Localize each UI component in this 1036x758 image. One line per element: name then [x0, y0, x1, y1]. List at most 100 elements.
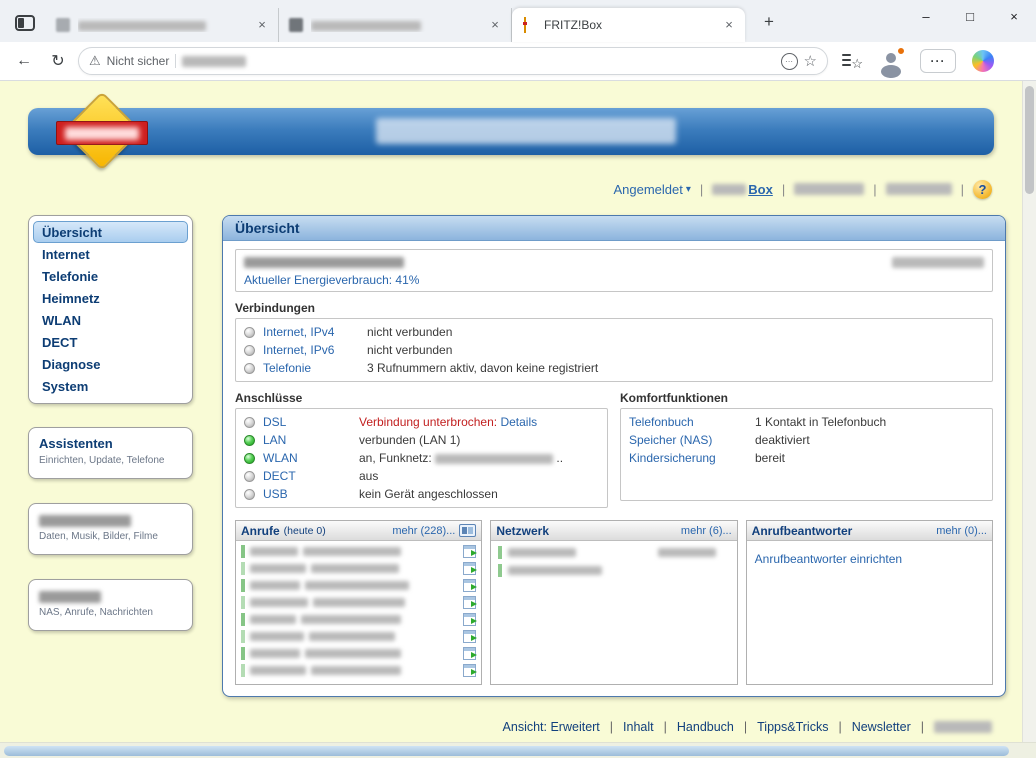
- network-device-row[interactable]: [494, 543, 733, 561]
- add-contact-icon[interactable]: [463, 562, 476, 575]
- add-contact-icon[interactable]: [463, 647, 476, 660]
- view-mode-link[interactable]: Ansicht: Erweitert: [503, 720, 600, 734]
- device-status-bar: [498, 546, 502, 559]
- settings-menu-button[interactable]: ···: [920, 49, 956, 73]
- connection-row-ipv4: Internet, IPv4 nicht verbunden: [244, 323, 984, 341]
- maximize-button[interactable]: □: [948, 0, 992, 32]
- add-contact-icon[interactable]: [463, 579, 476, 592]
- call-row[interactable]: [239, 628, 478, 645]
- anrufbeantworter-more-link[interactable]: mehr (0)...: [936, 525, 987, 537]
- device-link-redacted[interactable]: [892, 257, 984, 268]
- address-bar[interactable]: ⚠ Nicht sicher ··· ☆: [78, 47, 828, 75]
- add-contact-icon[interactable]: [463, 545, 476, 558]
- help-icon[interactable]: ?: [973, 180, 992, 199]
- add-contact-icon[interactable]: [463, 596, 476, 609]
- header-link-redacted[interactable]: [886, 183, 952, 195]
- vertical-scrollbar-thumb[interactable]: [1025, 86, 1034, 194]
- sidebar-item-internet[interactable]: Internet: [33, 243, 188, 265]
- sidebar-item-wlan[interactable]: WLAN: [33, 309, 188, 331]
- add-contact-icon[interactable]: [463, 613, 476, 626]
- copilot-icon[interactable]: [972, 50, 994, 72]
- call-row[interactable]: [239, 611, 478, 628]
- komfort-value: deaktiviert: [755, 433, 810, 447]
- page-actions-icon[interactable]: ···: [781, 53, 798, 70]
- port-label[interactable]: USB: [263, 487, 351, 501]
- workspaces-button[interactable]: [8, 8, 42, 38]
- connection-label[interactable]: Internet, IPv4: [263, 325, 359, 339]
- call-row[interactable]: [239, 594, 478, 611]
- browser-tab-1[interactable]: ×: [46, 8, 279, 42]
- horizontal-scrollbar-thumb[interactable]: [4, 746, 1009, 756]
- add-contact-icon[interactable]: [463, 630, 476, 643]
- port-row-wlan: WLAN an, Funknetz: ..: [244, 449, 599, 467]
- port-label[interactable]: DECT: [263, 469, 351, 483]
- port-label[interactable]: WLAN: [263, 451, 351, 465]
- anrufe-more-link[interactable]: mehr (228)...: [392, 525, 455, 537]
- new-tab-button[interactable]: +: [755, 8, 783, 36]
- vertical-scrollbar[interactable]: [1022, 81, 1036, 742]
- sidebar-item-dect[interactable]: DECT: [33, 331, 188, 353]
- sidebar-item-uebersicht[interactable]: Übersicht: [33, 221, 188, 243]
- separator: |: [610, 720, 613, 734]
- favorite-star-icon[interactable]: ☆: [804, 52, 817, 70]
- port-label[interactable]: DSL: [263, 415, 351, 429]
- lan-value: verbunden (LAN 1): [359, 433, 460, 447]
- anrufbeantworter-setup-link[interactable]: Anrufbeantworter einrichten: [755, 552, 902, 566]
- sidebar-item-heimnetz[interactable]: Heimnetz: [33, 287, 188, 309]
- not-secure-warning-icon[interactable]: ⚠: [89, 53, 101, 69]
- anrufbeantworter-panel: Anrufbeantworter mehr (0)... Anrufbeantw…: [746, 520, 993, 685]
- browser-tab-2[interactable]: ×: [279, 8, 512, 42]
- footer-link-redacted[interactable]: [934, 721, 992, 733]
- dsl-details-link[interactable]: Details: [500, 415, 537, 429]
- horizontal-scrollbar[interactable]: [0, 742, 1036, 758]
- minimize-button[interactable]: –: [904, 0, 948, 32]
- header-link-redacted[interactable]: [794, 183, 864, 195]
- sidebar-item-telefonie[interactable]: Telefonie: [33, 265, 188, 287]
- footer-link-inhalt[interactable]: Inhalt: [623, 720, 654, 734]
- port-label[interactable]: LAN: [263, 433, 351, 447]
- call-row[interactable]: [239, 645, 478, 662]
- sidebar-item-diagnose[interactable]: Diagnose: [33, 353, 188, 375]
- led-gray-icon: [244, 363, 255, 374]
- fritzbox-home-link[interactable]: Box: [712, 182, 773, 197]
- call-row[interactable]: [239, 662, 478, 679]
- netzwerk-header: Netzwerk mehr (6)...: [491, 521, 736, 541]
- call-row[interactable]: [239, 577, 478, 594]
- workspaces-icon: [15, 15, 35, 31]
- sidebar-item-system[interactable]: System: [33, 375, 188, 397]
- footer-link-newsletter[interactable]: Newsletter: [852, 720, 911, 734]
- tab1-close-icon[interactable]: ×: [254, 17, 270, 33]
- profile-notification-dot: [897, 47, 905, 55]
- device-name-redacted: [244, 257, 404, 268]
- call-row[interactable]: [239, 543, 478, 560]
- browser-tab-active[interactable]: FRITZ!Box ×: [512, 8, 745, 42]
- refresh-button[interactable]: ↻: [44, 47, 72, 75]
- connection-label[interactable]: Internet, IPv6: [263, 343, 359, 357]
- komfort-label[interactable]: Kindersicherung: [629, 451, 747, 465]
- media-box[interactable]: Daten, Musik, Bilder, Filme: [28, 503, 193, 555]
- calllist-toggle-icon[interactable]: [459, 524, 476, 537]
- netzwerk-list: [491, 541, 736, 581]
- footer-link-handbuch[interactable]: Handbuch: [677, 720, 734, 734]
- netzwerk-panel: Netzwerk mehr (6)...: [490, 520, 737, 685]
- logged-in-dropdown[interactable]: Angemeldet ▾: [613, 182, 690, 197]
- fritzbox-page: Angemeldet ▾ | Box | | | ? Übersicht Int…: [0, 81, 1022, 742]
- call-status-bar: [241, 562, 245, 575]
- komfort-label[interactable]: Telefonbuch: [629, 415, 747, 429]
- footer-link-tipps[interactable]: Tipps&Tricks: [757, 720, 828, 734]
- call-row[interactable]: [239, 560, 478, 577]
- active-tab-close-icon[interactable]: ×: [721, 17, 737, 33]
- netzwerk-more-link[interactable]: mehr (6)...: [681, 525, 732, 537]
- collections-icon[interactable]: ☆: [842, 52, 862, 70]
- back-button[interactable]: ←: [10, 47, 38, 75]
- assistenten-box[interactable]: Assistenten Einrichten, Update, Telefone: [28, 427, 193, 479]
- call-status-bar: [241, 613, 245, 626]
- nas-box[interactable]: NAS, Anrufe, Nachrichten: [28, 579, 193, 631]
- tab2-close-icon[interactable]: ×: [487, 17, 503, 33]
- add-contact-icon[interactable]: [463, 664, 476, 677]
- network-device-row[interactable]: [494, 561, 733, 579]
- komfort-label[interactable]: Speicher (NAS): [629, 433, 747, 447]
- profile-button[interactable]: [878, 48, 904, 74]
- connection-label[interactable]: Telefonie: [263, 361, 359, 375]
- close-window-button[interactable]: ×: [992, 0, 1036, 32]
